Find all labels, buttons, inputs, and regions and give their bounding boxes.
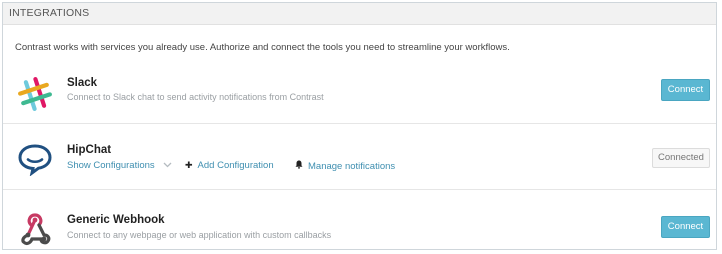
slack-logo-icon: [17, 76, 53, 112]
integration-row-hipchat: HipChat Show Configurations ✚ Add Configu…: [3, 123, 716, 189]
intro-text: Contrast works with services you already…: [15, 42, 510, 53]
connect-button-webhook[interactable]: Connect: [661, 216, 710, 238]
manage-notifications-link[interactable]: Manage notifications: [295, 160, 395, 172]
show-configurations-toggle[interactable]: Show Configurations: [67, 160, 172, 171]
connect-button-slack[interactable]: Connect: [661, 79, 710, 101]
integration-title: Slack: [67, 77, 98, 89]
hipchat-logo-icon: [17, 140, 53, 177]
chevron-down-icon: [163, 160, 172, 171]
connected-status-button-hipchat[interactable]: Connected: [652, 148, 710, 168]
integration-title: HipChat: [67, 144, 112, 156]
integration-row-webhook: Generic Webhook Connect to any webpage o…: [3, 189, 716, 249]
show-configurations-label: Show Configurations: [67, 160, 155, 172]
bell-icon: [295, 160, 303, 171]
integration-title: Generic Webhook: [67, 214, 165, 226]
plus-icon: ✚: [185, 160, 193, 170]
hipchat-actions: Show Configurations ✚ Add Configuration M…: [67, 160, 427, 174]
integration-description: Connect to Slack chat to send activity n…: [67, 92, 324, 102]
integration-row-slack: Slack Connect to Slack chat to send acti…: [3, 63, 716, 123]
webhook-logo-icon: [17, 210, 53, 246]
add-configuration-link[interactable]: ✚ Add Configuration: [185, 160, 274, 171]
integration-description: Connect to any webpage or web applicatio…: [67, 230, 332, 240]
add-configuration-label: Add Configuration: [197, 160, 274, 171]
manage-notifications-label: Manage notifications: [308, 161, 396, 172]
panel-title: INTEGRATIONS: [9, 7, 90, 19]
integrations-panel: INTEGRATIONS Contrast works with service…: [2, 2, 717, 250]
panel-header: INTEGRATIONS: [3, 3, 716, 25]
